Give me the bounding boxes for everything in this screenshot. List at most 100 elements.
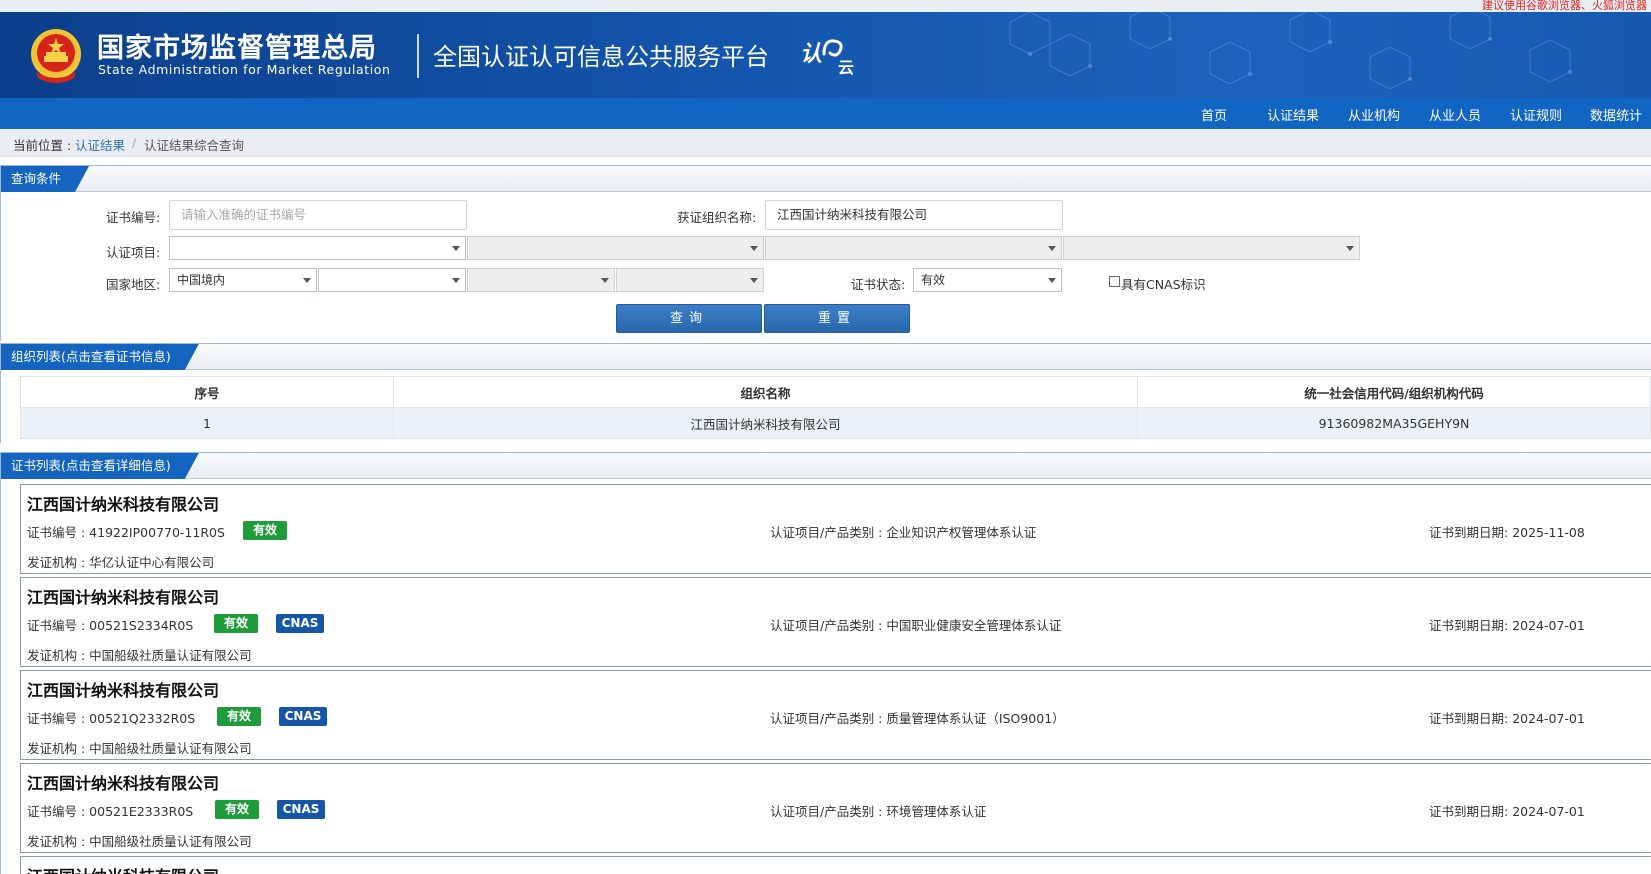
region-select-3 (467, 268, 615, 292)
agency-name-cn: 国家市场监督管理总局 (97, 33, 377, 64)
cert-issuer: 发证机构 : 中国船级社质量认证有限公司 (27, 645, 252, 664)
renyun-logo: 认 云 (800, 32, 856, 82)
cert-issuer-prefix: 发证机构 : (27, 555, 90, 570)
cert-org-name: 江西国计纳米科技有限公司 (27, 588, 220, 607)
cert-number-prefix: 证书编号 : (27, 618, 90, 633)
valid-badge: 有效 (215, 800, 259, 819)
query-section-header: 查询条件 (1, 166, 1651, 192)
project-select-1[interactable] (169, 236, 466, 260)
cert-expiry-value: 2024-07-01 (1512, 618, 1585, 633)
cert-card[interactable]: 江西国计纳米科技有限公司 证书编号 : 41922IP00770-11R0S 有… (20, 484, 1651, 574)
cert-project-prefix: 认证项目/产品类别 : (770, 618, 887, 633)
nav-statistics[interactable]: 数据统计 (1590, 105, 1642, 124)
cert-list-title: 证书列表(点击查看详细信息) (1, 453, 199, 479)
breadcrumb: 当前位置 : 认证结果 / 认证结果综合查询 (0, 129, 1651, 157)
cnas-checkbox[interactable] (1109, 276, 1120, 287)
breadcrumb-current: 认证结果综合查询 (144, 138, 245, 153)
cert-project-value: 质量管理体系认证（ISO9001） (886, 711, 1065, 726)
logo-char-ren: 认 (800, 42, 823, 67)
nav-cert-results[interactable]: 认证结果 (1267, 105, 1319, 124)
org-name-input[interactable]: 江西国计纳米科技有限公司 (765, 200, 1063, 230)
cnas-badge: CNAS (276, 614, 324, 633)
cert-issuer-value: 中国船级社质量认证有限公司 (89, 741, 252, 756)
org-table: 序号 组织名称 统一社会信用代码/组织机构代码 1 江西国计纳米科技有限公司 9… (20, 376, 1651, 439)
org-table-header-row: 序号 组织名称 统一社会信用代码/组织机构代码 (20, 376, 1651, 408)
valid-badge: 有效 (214, 614, 258, 633)
cert-project-value: 环境管理体系认证 (886, 804, 987, 819)
cert-project: 认证项目/产品类别 : 中国职业健康安全管理体系认证 (770, 615, 1061, 634)
search-button[interactable]: 查询 (616, 304, 762, 333)
cert-expiry: 证书到期日期: 2024-07-01 (1429, 801, 1585, 820)
cert-expiry-value: 2024-07-01 (1512, 711, 1585, 726)
breadcrumb-separator: / (132, 135, 137, 150)
chevron-down-icon (1346, 246, 1354, 251)
nav-cert-rules[interactable]: 认证规则 (1510, 105, 1562, 124)
chevron-down-icon (750, 246, 758, 251)
region-select-1[interactable]: 中国境内 (169, 268, 317, 292)
cert-project-prefix: 认证项目/产品类别 : (770, 525, 887, 540)
cert-expiry-prefix: 证书到期日期: (1429, 618, 1513, 633)
cnas-checkbox-label[interactable]: 具有CNAS标识 (1121, 274, 1206, 293)
cert-org-name: 江西国计纳米科技有限公司 (27, 681, 220, 700)
cert-expiry-prefix: 证书到期日期: (1429, 525, 1513, 540)
cert-number-value: 00521Q2332R0S (89, 711, 196, 726)
org-name-label: 获证组织名称: (677, 210, 757, 225)
cert-card[interactable]: 江西国计纳米科技有限公司 证书编号 : 00521S2334R0S 有效 CNA… (20, 577, 1651, 667)
cert-number: 证书编号 : 41922IP00770-11R0S (27, 522, 225, 541)
org-list-title: 组织列表(点击查看证书信息) (1, 344, 199, 370)
query-section-title: 查询条件 (1, 166, 89, 192)
cert-number-value: 00521E2333R0S (89, 804, 194, 819)
status-label: 证书状态: (851, 277, 906, 292)
cert-expiry-value: 2024-07-01 (1512, 804, 1585, 819)
cert-number-prefix: 证书编号 : (27, 711, 90, 726)
status-select-value: 有效 (921, 273, 946, 287)
cnas-badge: CNAS (279, 707, 327, 726)
chevron-down-icon (452, 246, 460, 251)
cert-no-input[interactable]: 请输入准确的证书编号 (169, 200, 467, 230)
cert-number: 证书编号 : 00521E2333R0S (27, 801, 193, 820)
title-divider (417, 34, 419, 78)
cert-expiry-prefix: 证书到期日期: (1429, 711, 1513, 726)
chevron-down-icon (452, 278, 460, 283)
top-notice-bar: 建议使用谷歌浏览器、火狐浏览器 (0, 0, 1651, 12)
project-label: 认证项目: (106, 245, 161, 260)
cert-card[interactable]: 江西国计纳米科技有限公司 (20, 856, 1651, 874)
cert-number-prefix: 证书编号 : (27, 804, 90, 819)
cert-issuer-prefix: 发证机构 : (27, 741, 90, 756)
cert-number-value: 00521S2334R0S (89, 618, 194, 633)
cert-number-prefix: 证书编号 : (27, 525, 90, 540)
org-name-cell[interactable]: 江西国计纳米科技有限公司 (393, 407, 1138, 439)
site-banner: 国家市场监督管理总局 State Administration for Mark… (0, 12, 1651, 98)
chevron-down-icon (601, 278, 609, 283)
nav-institutions[interactable]: 从业机构 (1348, 105, 1400, 124)
project-select-4 (1063, 236, 1360, 260)
cert-card[interactable]: 江西国计纳米科技有限公司 证书编号 : 00521E2333R0S 有效 CNA… (20, 763, 1651, 853)
cert-issuer-prefix: 发证机构 : (27, 648, 90, 663)
cert-project: 认证项目/产品类别 : 环境管理体系认证 (770, 801, 986, 820)
cert-project: 认证项目/产品类别 : 企业知识产权管理体系认证 (770, 522, 1036, 541)
cert-org-name: 江西国计纳米科技有限公司 (27, 774, 220, 793)
main-navigation: 首页 认证结果 从业机构 从业人员 认证规则 数据统计 (0, 98, 1651, 129)
cert-expiry: 证书到期日期: 2024-07-01 (1429, 615, 1585, 634)
platform-title: 全国认证认可信息公共服务平台 (433, 43, 769, 71)
cert-number: 证书编号 : 00521S2334R0S (27, 615, 193, 634)
breadcrumb-link-results[interactable]: 认证结果 (75, 135, 125, 154)
chevron-down-icon (1048, 246, 1056, 251)
region-select-4 (616, 268, 764, 292)
region-select-2[interactable] (318, 268, 466, 292)
cert-number: 证书编号 : 00521Q2332R0S (27, 708, 195, 727)
cert-card[interactable]: 江西国计纳米科技有限公司 证书编号 : 00521Q2332R0S 有效 CNA… (20, 670, 1651, 760)
nav-practitioners[interactable]: 从业人员 (1429, 105, 1481, 124)
status-select[interactable]: 有效 (913, 268, 1062, 292)
col-credit-code: 统一社会信用代码/组织机构代码 (1137, 376, 1651, 408)
cert-list-header: 证书列表(点击查看详细信息) (1, 453, 1651, 479)
reset-button[interactable]: 重置 (764, 304, 910, 333)
project-select-2 (467, 236, 764, 260)
nav-home[interactable]: 首页 (1201, 105, 1227, 124)
cert-expiry-prefix: 证书到期日期: (1429, 804, 1513, 819)
national-emblem-icon (31, 29, 81, 83)
region-label: 国家地区: (106, 277, 161, 292)
cert-issuer: 发证机构 : 华亿认证中心有限公司 (27, 552, 214, 571)
cert-number-value: 41922IP00770-11R0S (89, 525, 225, 540)
table-row[interactable]: 1 江西国计纳米科技有限公司 91360982MA35GEHY9N (20, 407, 1651, 439)
